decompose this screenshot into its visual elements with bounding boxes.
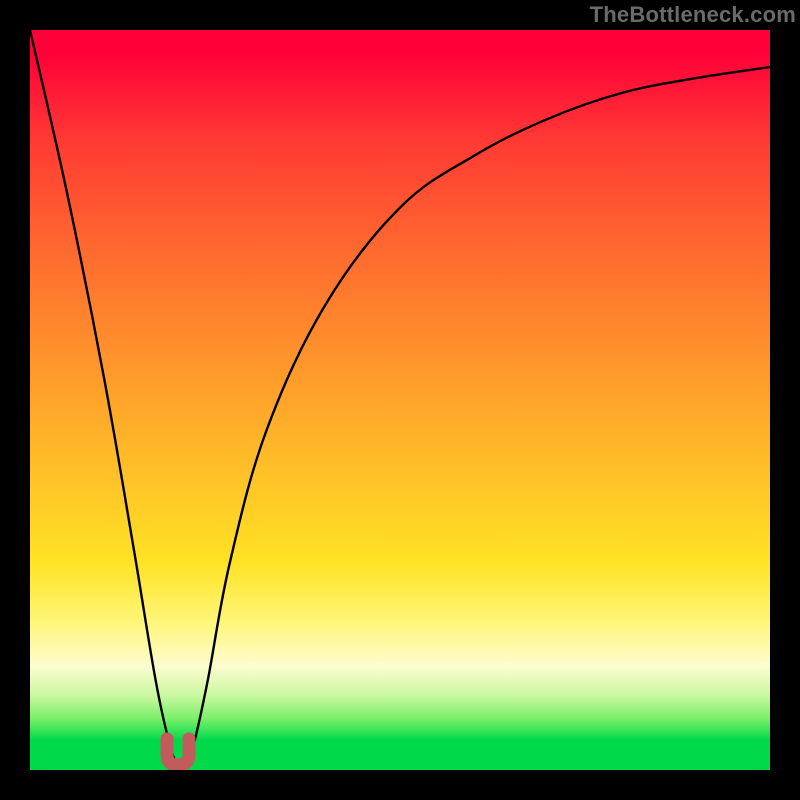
chart-frame: TheBottleneck.com xyxy=(0,0,800,800)
minimum-marker xyxy=(167,739,189,765)
watermark-text: TheBottleneck.com xyxy=(590,2,796,28)
plot-area xyxy=(30,30,770,770)
curve-layer xyxy=(30,30,770,770)
bottleneck-curve xyxy=(30,30,770,765)
